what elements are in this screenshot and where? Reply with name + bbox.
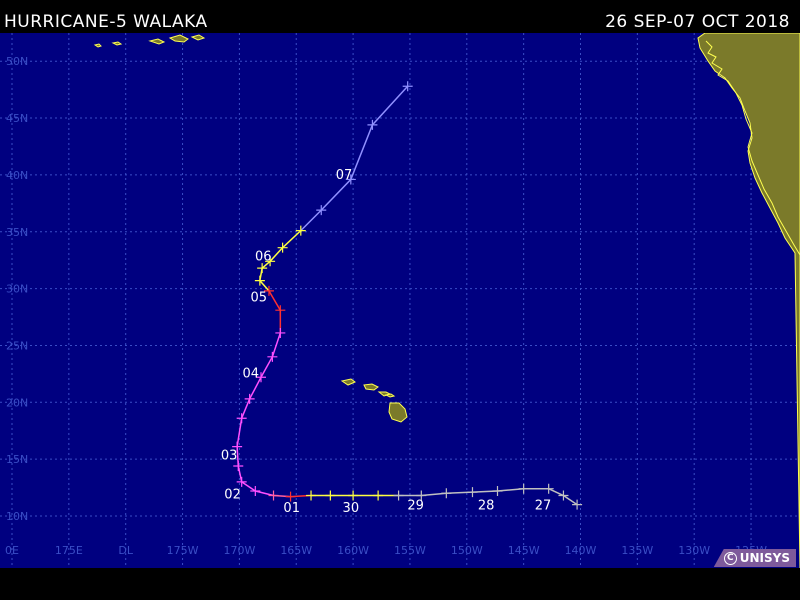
lon-label: 145W [508, 544, 540, 557]
lon-label: 165W [280, 544, 312, 557]
lon-label: 0E [5, 544, 19, 557]
lat-label: 25N [6, 339, 28, 352]
lon-label: 175E [55, 544, 83, 557]
lon-label: 170W [223, 544, 255, 557]
day-label: 01 [283, 501, 300, 516]
copyright-icon: C [723, 552, 737, 565]
lat-label: 15N [6, 453, 28, 466]
lat-label: 10N [6, 510, 28, 523]
lon-label: DL [118, 544, 133, 557]
lat-label: 30N [6, 283, 28, 296]
lat-label: 20N [6, 396, 28, 409]
day-label: 07 [336, 168, 353, 183]
day-label: 27 [535, 499, 552, 514]
unisys-credit: C UNISYS [713, 549, 796, 567]
lon-label: 150W [451, 544, 483, 557]
day-label: 28 [478, 499, 495, 514]
track-map: 27 28 29 30 01 02 03 04 05 06 07 0E 175E DL 175W 170W 1… [0, 33, 800, 568]
day-label: 03 [221, 449, 238, 464]
lon-label: 155W [394, 544, 426, 557]
footer-strip [0, 568, 800, 600]
storm-title: HURRICANE-5 WALAKA [4, 12, 208, 32]
day-label: 30 [343, 501, 360, 516]
lat-label: 45N [6, 112, 28, 125]
credit-label: UNISYS [739, 551, 790, 565]
lon-label: 130W [678, 544, 710, 557]
ocean [0, 33, 800, 568]
day-label: 04 [242, 367, 259, 382]
day-label: 02 [224, 487, 241, 502]
day-label: 29 [407, 499, 424, 514]
date-range: 26 SEP-07 OCT 2018 [605, 12, 790, 32]
lon-label: 135W [621, 544, 653, 557]
lat-label: 50N [6, 55, 28, 68]
lat-label: 40N [6, 169, 28, 182]
day-label: 05 [250, 291, 267, 306]
lon-label: 175W [167, 544, 199, 557]
day-label: 06 [255, 250, 272, 265]
lon-label: 140W [565, 544, 597, 557]
lon-label: 160W [337, 544, 369, 557]
lat-label: 35N [6, 226, 28, 239]
